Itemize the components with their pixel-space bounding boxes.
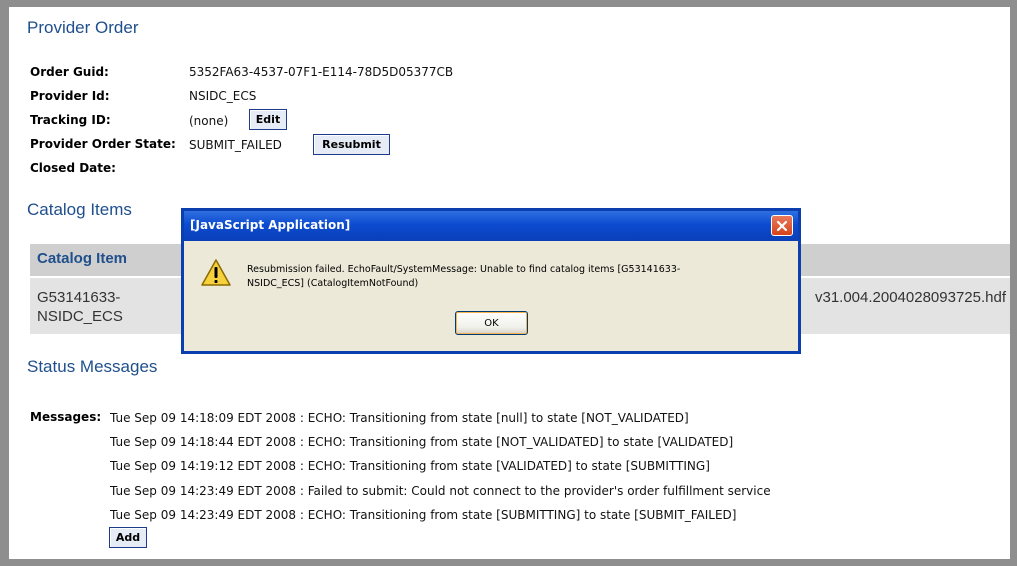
order-guid-label: Order Guid:: [30, 65, 109, 79]
add-button[interactable]: Add: [109, 527, 147, 548]
provider-order-state-label: Provider Order State:: [30, 137, 176, 151]
status-message-line: Tue Sep 09 14:23:49 EDT 2008 : Failed to…: [110, 484, 771, 498]
catalog-items-title: Catalog Items: [27, 200, 132, 219]
close-button[interactable]: [771, 215, 793, 236]
provider-id-label: Provider Id:: [30, 89, 110, 103]
dialog-title: [JavaScript Application]: [190, 218, 351, 232]
status-messages-title: Status Messages: [27, 357, 158, 376]
provider-order-title: Provider Order: [27, 18, 139, 37]
catalog-item-file: v31.004.2004028093725.hdf: [814, 289, 1006, 306]
provider-id-value: NSIDC_ECS: [189, 89, 257, 103]
close-icon: [776, 220, 788, 231]
status-message-line: Tue Sep 09 14:18:09 EDT 2008 : ECHO: Tra…: [110, 411, 689, 425]
provider-order-state-value: SUBMIT_FAILED: [189, 138, 282, 152]
status-message-line: Tue Sep 09 14:18:44 EDT 2008 : ECHO: Tra…: [110, 435, 734, 449]
ok-button[interactable]: OK: [455, 311, 528, 335]
edit-button[interactable]: Edit: [249, 109, 287, 130]
status-message-line: Tue Sep 09 14:19:12 EDT 2008 : ECHO: Tra…: [110, 459, 710, 473]
alert-dialog: [JavaScript Application] Resubmission fa…: [181, 208, 801, 354]
tracking-id-value: (none): [189, 114, 229, 128]
warning-icon: [200, 258, 232, 292]
resubmit-button[interactable]: Resubmit: [313, 134, 390, 155]
closed-date-label: Closed Date:: [30, 161, 116, 175]
messages-label: Messages:: [30, 410, 102, 424]
tracking-id-label: Tracking ID:: [30, 113, 111, 127]
catalog-item-column-header: Catalog Item: [37, 250, 128, 267]
catalog-item-id: G53141633-NSIDC_ECS: [37, 289, 123, 325]
status-message-line: Tue Sep 09 14:23:49 EDT 2008 : ECHO: Tra…: [110, 508, 737, 522]
dialog-message: Resubmission failed. EchoFault/SystemMes…: [247, 264, 681, 289]
dialog-title-bar[interactable]: [JavaScript Application]: [184, 211, 798, 241]
order-guid-value: 5352FA63-4537-07F1-E114-78D5D05377CB: [189, 65, 454, 79]
